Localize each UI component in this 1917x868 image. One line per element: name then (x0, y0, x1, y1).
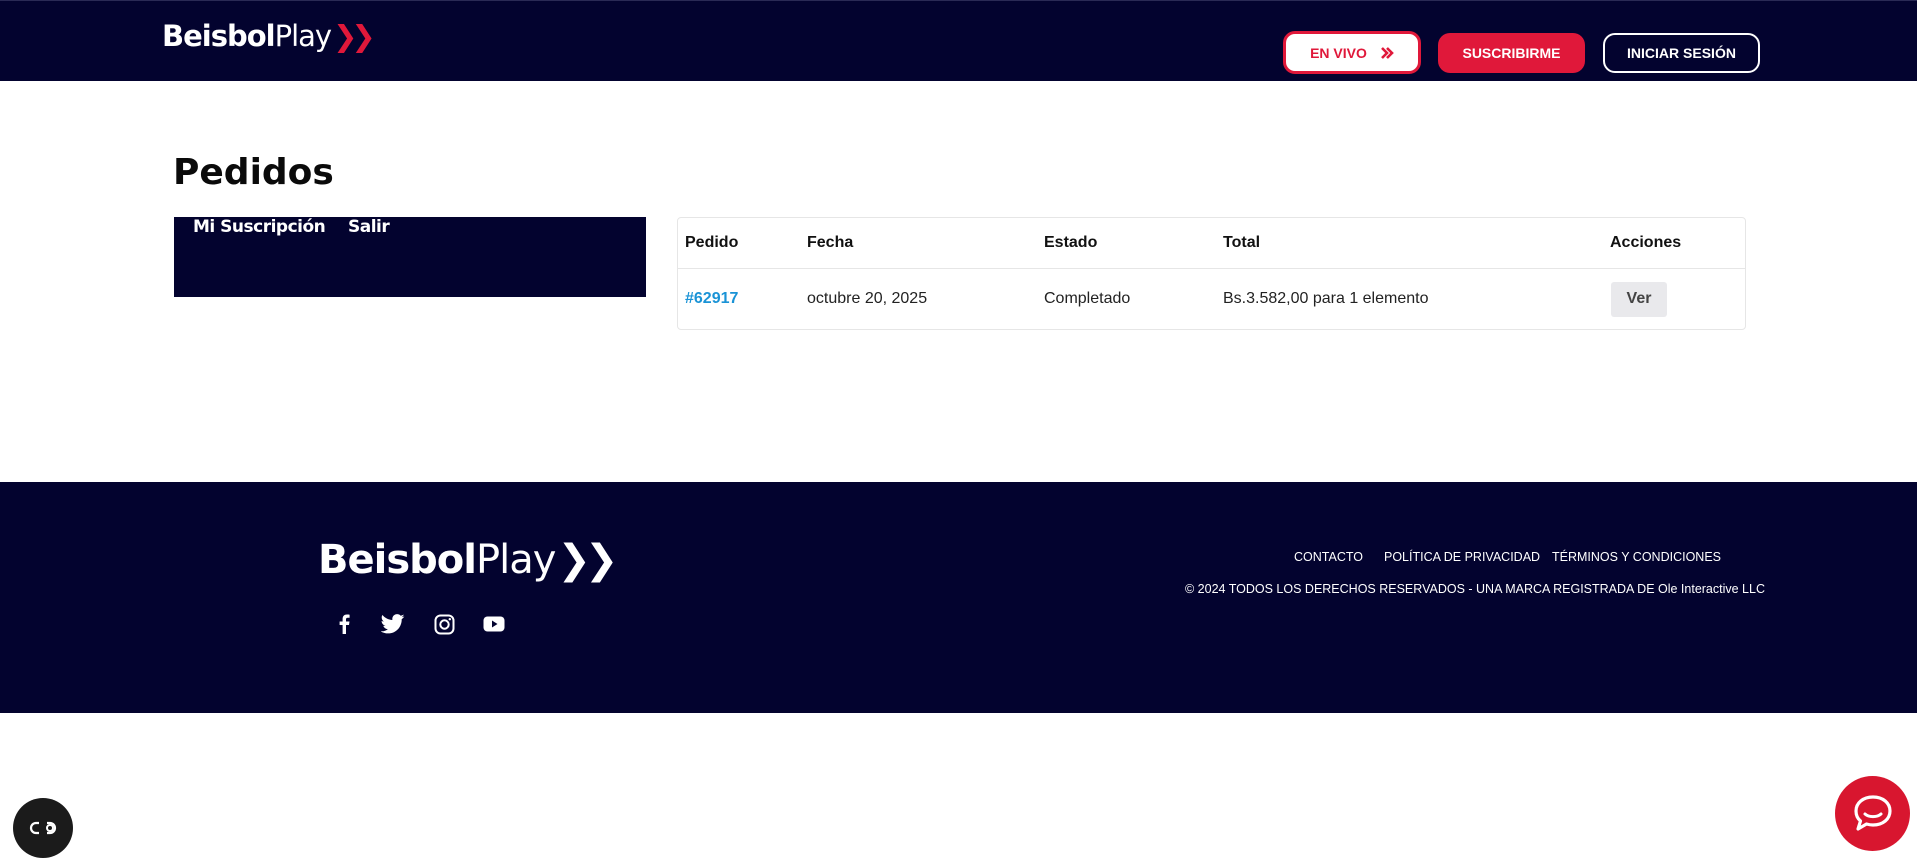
order-total: Bs.3.582,00 para 1 elemento (1223, 290, 1429, 308)
double-chevron-right-icon (1380, 46, 1394, 59)
nav-item-mi-suscripcion[interactable]: Mi Suscripción (193, 217, 326, 237)
page-title: Pedidos (173, 152, 334, 193)
footer-logo-text-light: Play (475, 537, 556, 583)
table-header-row: Pedido Fecha Estado Total Acciones (678, 218, 1745, 269)
order-number-link[interactable]: #62917 (685, 290, 738, 307)
column-header-pedido: Pedido (678, 218, 800, 269)
subscribe-button[interactable]: SUSCRIBIRME (1438, 33, 1585, 73)
copyright-text: © 2024 TODOS LOS DERECHOS RESERVADOS - U… (1185, 582, 1765, 596)
accessibility-toggle-icon[interactable] (13, 798, 73, 858)
footer-logo[interactable]: Beisbol Play ❯❯ (318, 537, 618, 583)
logo-chevrons-icon: ❯❯ (333, 19, 376, 53)
site-header: Beisbol Play ❯❯ EN VIVO SUSCRIBIRME INICIA… (0, 0, 1917, 81)
footer-logo-text-bold: Beisbol (318, 537, 477, 583)
column-header-fecha: Fecha (800, 218, 1037, 269)
youtube-icon[interactable] (480, 610, 508, 638)
view-order-button[interactable]: Ver (1611, 281, 1667, 317)
column-header-estado: Estado (1037, 218, 1216, 269)
site-logo[interactable]: Beisbol Play ❯❯ (162, 19, 376, 53)
nav-item-salir[interactable]: Salir (348, 217, 390, 237)
footer-link-privacidad[interactable]: POLÍTICA DE PRIVACIDAD (1384, 550, 1540, 564)
login-button[interactable]: INICIAR SESIÓN (1603, 33, 1760, 73)
logo-text-light: Play (274, 19, 332, 53)
column-header-total: Total (1216, 218, 1603, 269)
order-status: Completado (1044, 290, 1131, 308)
instagram-icon[interactable] (430, 610, 458, 638)
footer-logo-chevrons-icon: ❯❯ (557, 537, 618, 583)
order-date: octubre 20, 2025 (807, 290, 928, 308)
site-footer: Beisbol Play ❯❯ CONTACTO POLÍTICA DE PRIVA… (0, 482, 1917, 713)
chat-bubble-icon[interactable] (1835, 776, 1910, 851)
live-button-label: EN VIVO (1310, 44, 1367, 61)
facebook-icon[interactable] (330, 610, 358, 638)
orders-table: Pedido Fecha Estado Total Acciones #6291… (677, 217, 1746, 330)
account-navigation: Mi Suscripción Salir (174, 217, 646, 297)
logo-text-bold: Beisbol (162, 19, 276, 53)
footer-link-contacto[interactable]: CONTACTO (1294, 550, 1363, 564)
table-row: #62917 octubre 20, 2025 Completado Bs.3.… (678, 268, 1745, 330)
footer-link-terminos[interactable]: TÉRMINOS Y CONDICIONES (1552, 550, 1721, 564)
live-button[interactable]: EN VIVO (1283, 31, 1421, 74)
twitter-icon[interactable] (379, 610, 407, 638)
column-header-acciones: Acciones (1603, 218, 1745, 269)
